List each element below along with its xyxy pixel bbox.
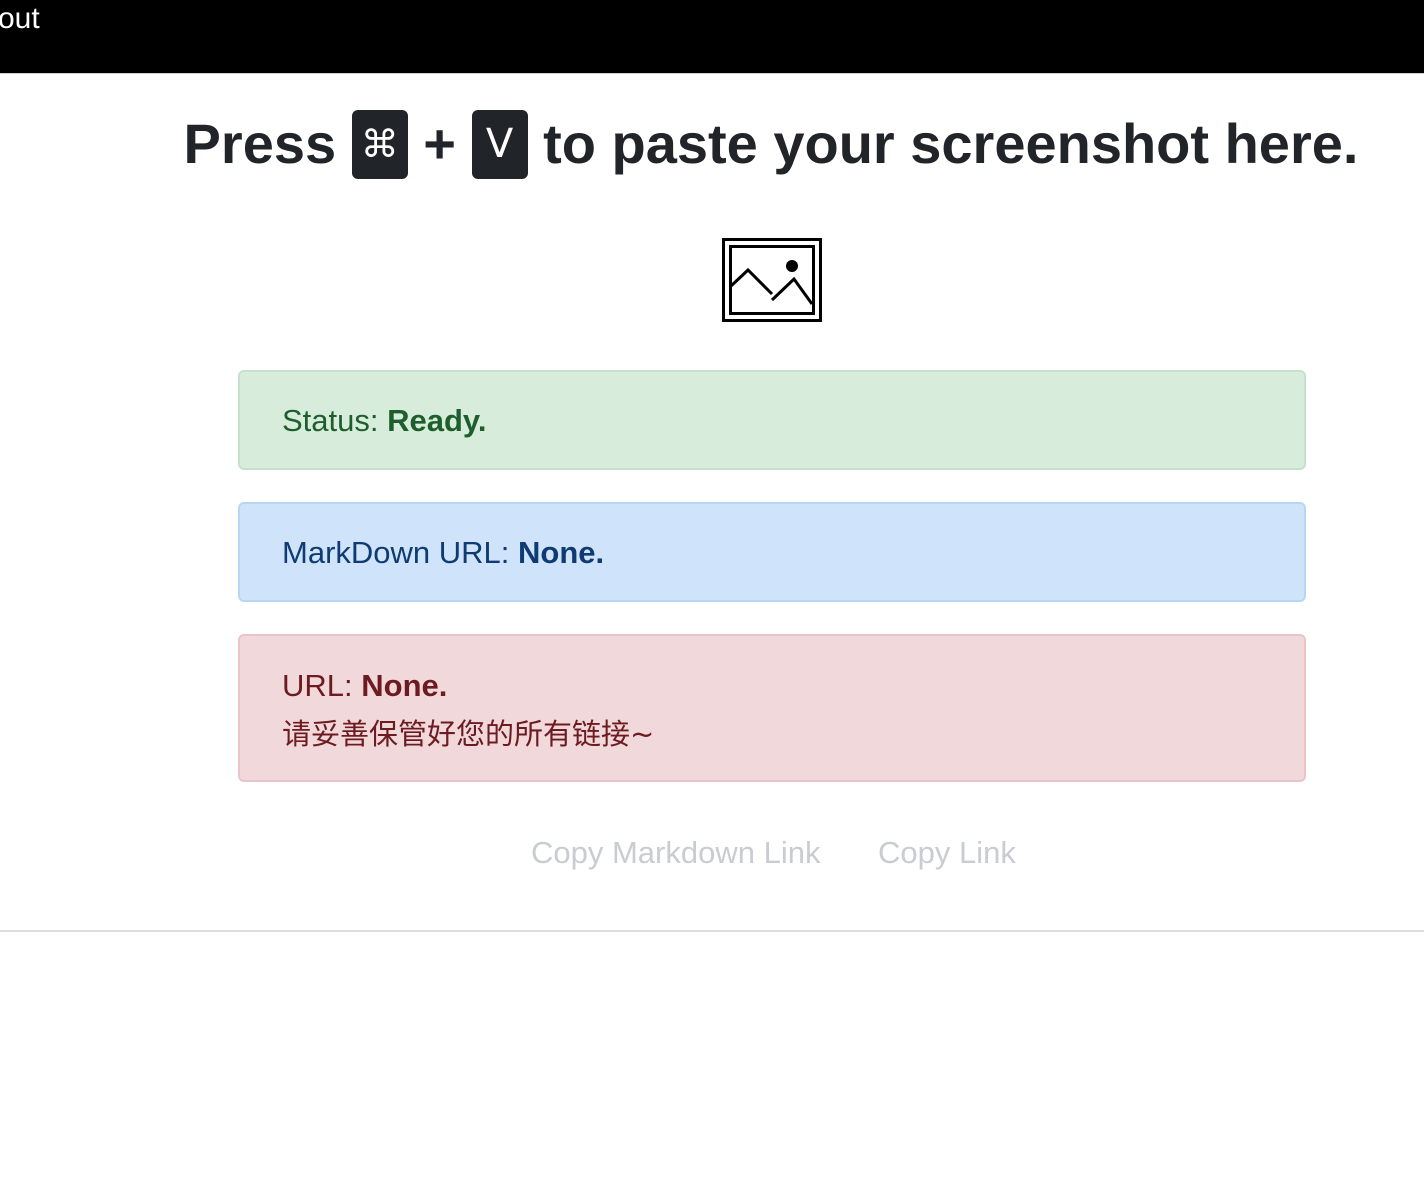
v-key: V: [471, 110, 528, 179]
markdown-url-label: MarkDown URL:: [282, 535, 510, 570]
headline-prefix: Press: [183, 112, 337, 175]
url-label: URL:: [282, 668, 353, 703]
page-title: Press ⌘ + V to paste your screenshot her…: [0, 106, 1424, 182]
url-alert: URL: None. 请妥善保管好您的所有链接~: [238, 634, 1306, 782]
headline-suffix: to paste your screenshot here.: [543, 112, 1359, 175]
copy-link-button[interactable]: Copy Link: [878, 834, 1016, 872]
headline-plus: +: [423, 112, 456, 175]
markdown-url-alert: MarkDown URL: None.: [238, 502, 1306, 602]
copy-markdown-link-button[interactable]: Copy Markdown Link: [531, 834, 820, 872]
markdown-url-value: None.: [518, 535, 605, 570]
url-value: None.: [361, 668, 448, 703]
status-label: Status:: [282, 403, 379, 438]
status-alert: Status: Ready.: [238, 370, 1306, 470]
command-key: ⌘: [351, 110, 408, 179]
footer-divider: [0, 930, 1424, 932]
image-icon: [722, 238, 822, 322]
status-value: Ready.: [387, 403, 487, 438]
nav-about-link[interactable]: out: [0, 2, 40, 36]
url-note: 请妥善保管好您的所有链接~: [282, 717, 655, 751]
top-navbar: out: [0, 0, 1424, 74]
